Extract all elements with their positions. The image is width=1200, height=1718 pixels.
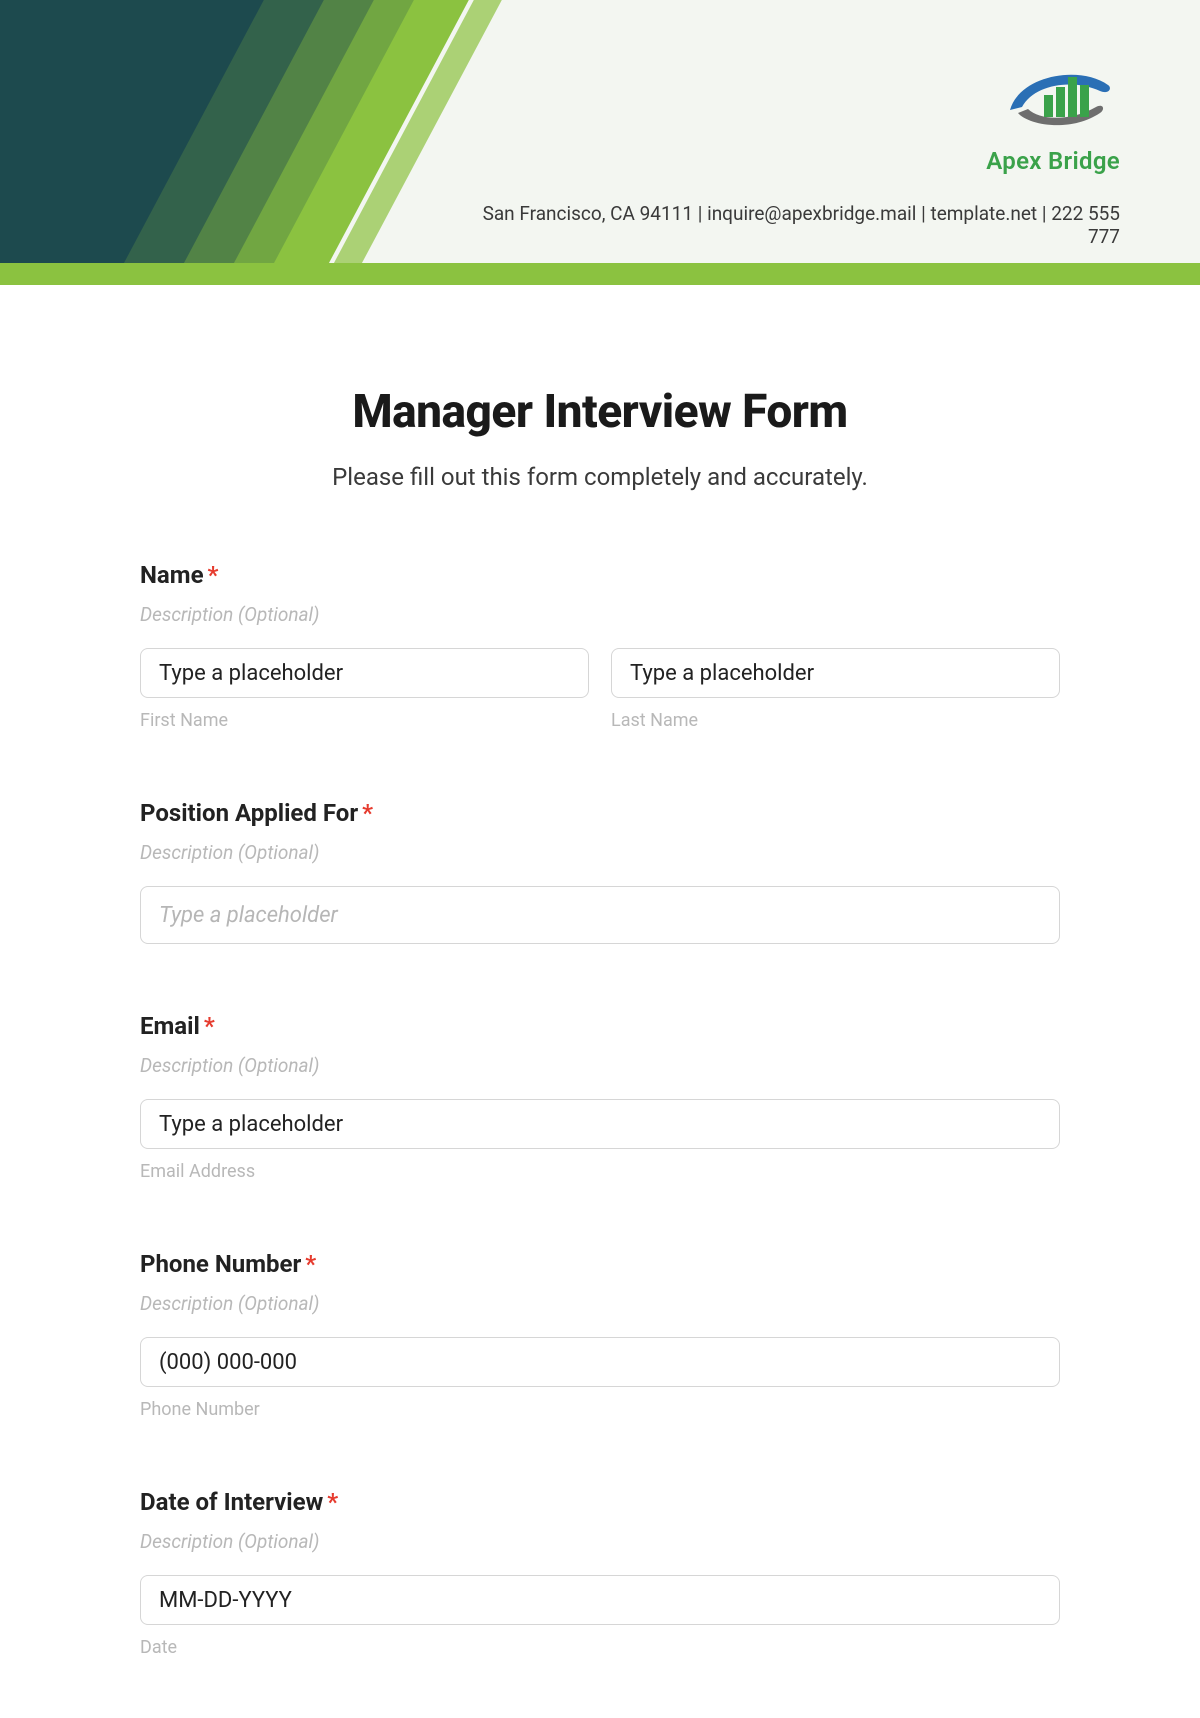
brand-name: Apex Bridge [986,147,1120,175]
required-mark: * [327,1488,338,1516]
phone-input[interactable] [140,1337,1060,1387]
field-name: Name* Description (Optional) First Name … [140,561,1060,731]
field-description: Description (Optional) [140,1054,1060,1077]
required-mark: * [208,561,219,589]
header-bottom-bar [0,263,1200,285]
last-name-input[interactable] [611,648,1060,698]
sublabel-date: Date [140,1637,1060,1658]
brand-block: Apex Bridge [986,55,1120,175]
field-date: Date of Interview* Description (Optional… [140,1488,1060,1658]
label-text: Name [140,561,204,589]
field-label-position: Position Applied For* [140,799,1060,827]
page: Apex Bridge San Francisco, CA 94111 | in… [0,0,1200,1718]
header-banner: Apex Bridge San Francisco, CA 94111 | in… [0,0,1200,285]
field-position: Position Applied For* Description (Optio… [140,799,1060,944]
field-label-email: Email* [140,1012,1060,1040]
required-mark: * [362,799,373,827]
form-container: Manager Interview Form Please fill out t… [140,285,1060,1718]
field-label-date: Date of Interview* [140,1488,1060,1516]
email-input[interactable] [140,1099,1060,1149]
sublabel-phone: Phone Number [140,1399,1060,1420]
field-description: Description (Optional) [140,841,1060,864]
field-description: Description (Optional) [140,1292,1060,1315]
required-mark: * [204,1012,215,1040]
sublabel-first-name: First Name [140,710,589,731]
label-text: Email [140,1012,200,1040]
field-label-phone: Phone Number* [140,1250,1060,1278]
field-phone: Phone Number* Description (Optional) Pho… [140,1250,1060,1420]
label-text: Date of Interview [140,1488,323,1516]
brand-logo-icon [1000,55,1120,139]
label-text: Phone Number [140,1250,301,1278]
field-description: Description (Optional) [140,603,1060,626]
sublabel-last-name: Last Name [611,710,1060,731]
field-label-name: Name* [140,561,1060,589]
form-title: Manager Interview Form [140,385,1060,439]
field-description: Description (Optional) [140,1530,1060,1553]
field-email: Email* Description (Optional) Email Addr… [140,1012,1060,1182]
required-mark: * [305,1250,316,1278]
position-input[interactable] [140,886,1060,944]
label-text: Position Applied For [140,799,358,827]
brand-contact-line: San Francisco, CA 94111 | inquire@apexbr… [460,202,1120,248]
form-subtitle: Please fill out this form completely and… [140,463,1060,491]
sublabel-email: Email Address [140,1161,1060,1182]
date-input[interactable] [140,1575,1060,1625]
first-name-input[interactable] [140,648,589,698]
